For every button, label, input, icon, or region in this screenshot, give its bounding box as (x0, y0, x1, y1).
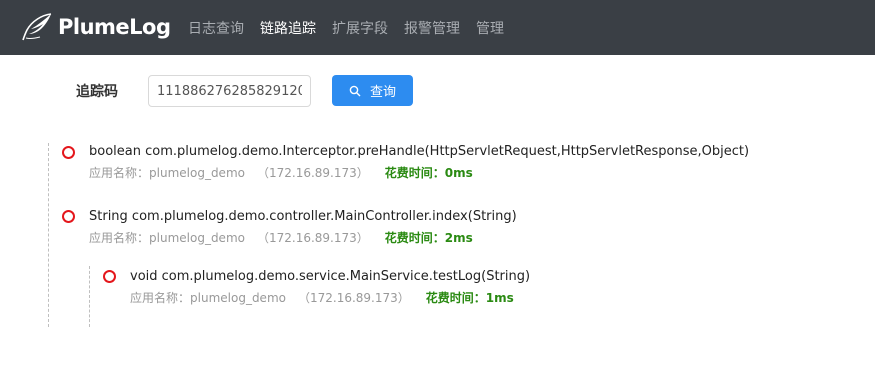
trace-tree-line (48, 143, 49, 327)
trace-node-method[interactable]: String com.plumelog.demo.controller.Main… (89, 209, 517, 224)
nav-item-log-search[interactable]: 日志查询 (188, 18, 244, 38)
nav-item-extended-fields[interactable]: 扩展字段 (332, 18, 388, 38)
search-icon (349, 85, 361, 96)
cost-time: 花费时间：1ms (425, 291, 514, 305)
nav-item-management[interactable]: 管理 (476, 18, 504, 38)
feather-logo-icon (22, 13, 52, 41)
app-name-value: plumelog_demo (149, 230, 245, 245)
cost-time: 花费时间：0ms (384, 166, 473, 180)
trace-subtree-line (89, 266, 90, 327)
trace-node-meta: 应用名称： plumelog_demo （172.16.89.173） 花费时间… (130, 289, 514, 306)
ip-value: （172.16.89.173） (256, 231, 369, 245)
trace-node-meta: 应用名称： plumelog_demo （172.16.89.173） 花费时间… (89, 229, 473, 246)
cost-time: 花费时间：2ms (384, 231, 473, 245)
search-button[interactable]: 查询 (332, 75, 413, 106)
app-name-label: 应用名称： (130, 291, 191, 305)
ip-value: （172.16.89.173） (297, 291, 410, 305)
trace-id-label: 追踪码 (76, 84, 118, 100)
trace-node-marker (62, 146, 75, 159)
trace-id-input[interactable] (148, 75, 311, 107)
brand-logo[interactable]: PlumeLog (20, 10, 171, 44)
trace-node-marker (62, 210, 75, 223)
trace-node-meta: 应用名称： plumelog_demo （172.16.89.173） 花费时间… (89, 164, 473, 181)
main-nav: 日志查询 链路追踪 扩展字段 报警管理 管理 (188, 0, 520, 55)
trace-node-method[interactable]: void com.plumelog.demo.service.MainServi… (130, 269, 530, 284)
nav-item-trace[interactable]: 链路追踪 (260, 18, 316, 38)
ip-value: （172.16.89.173） (256, 166, 369, 180)
app-name-value: plumelog_demo (149, 165, 245, 180)
app-name-label: 应用名称： (89, 231, 150, 245)
nav-item-alert-management[interactable]: 报警管理 (404, 18, 460, 38)
search-button-label: 查询 (369, 85, 396, 100)
app-name-label: 应用名称： (89, 166, 150, 180)
brand-name: PlumeLog (58, 15, 171, 39)
top-navbar: PlumeLog 日志查询 链路追踪 扩展字段 报警管理 管理 (0, 0, 875, 55)
trace-node-marker (103, 270, 116, 283)
app-name-value: plumelog_demo (190, 290, 286, 305)
trace-node-method[interactable]: boolean com.plumelog.demo.Interceptor.pr… (89, 144, 749, 159)
